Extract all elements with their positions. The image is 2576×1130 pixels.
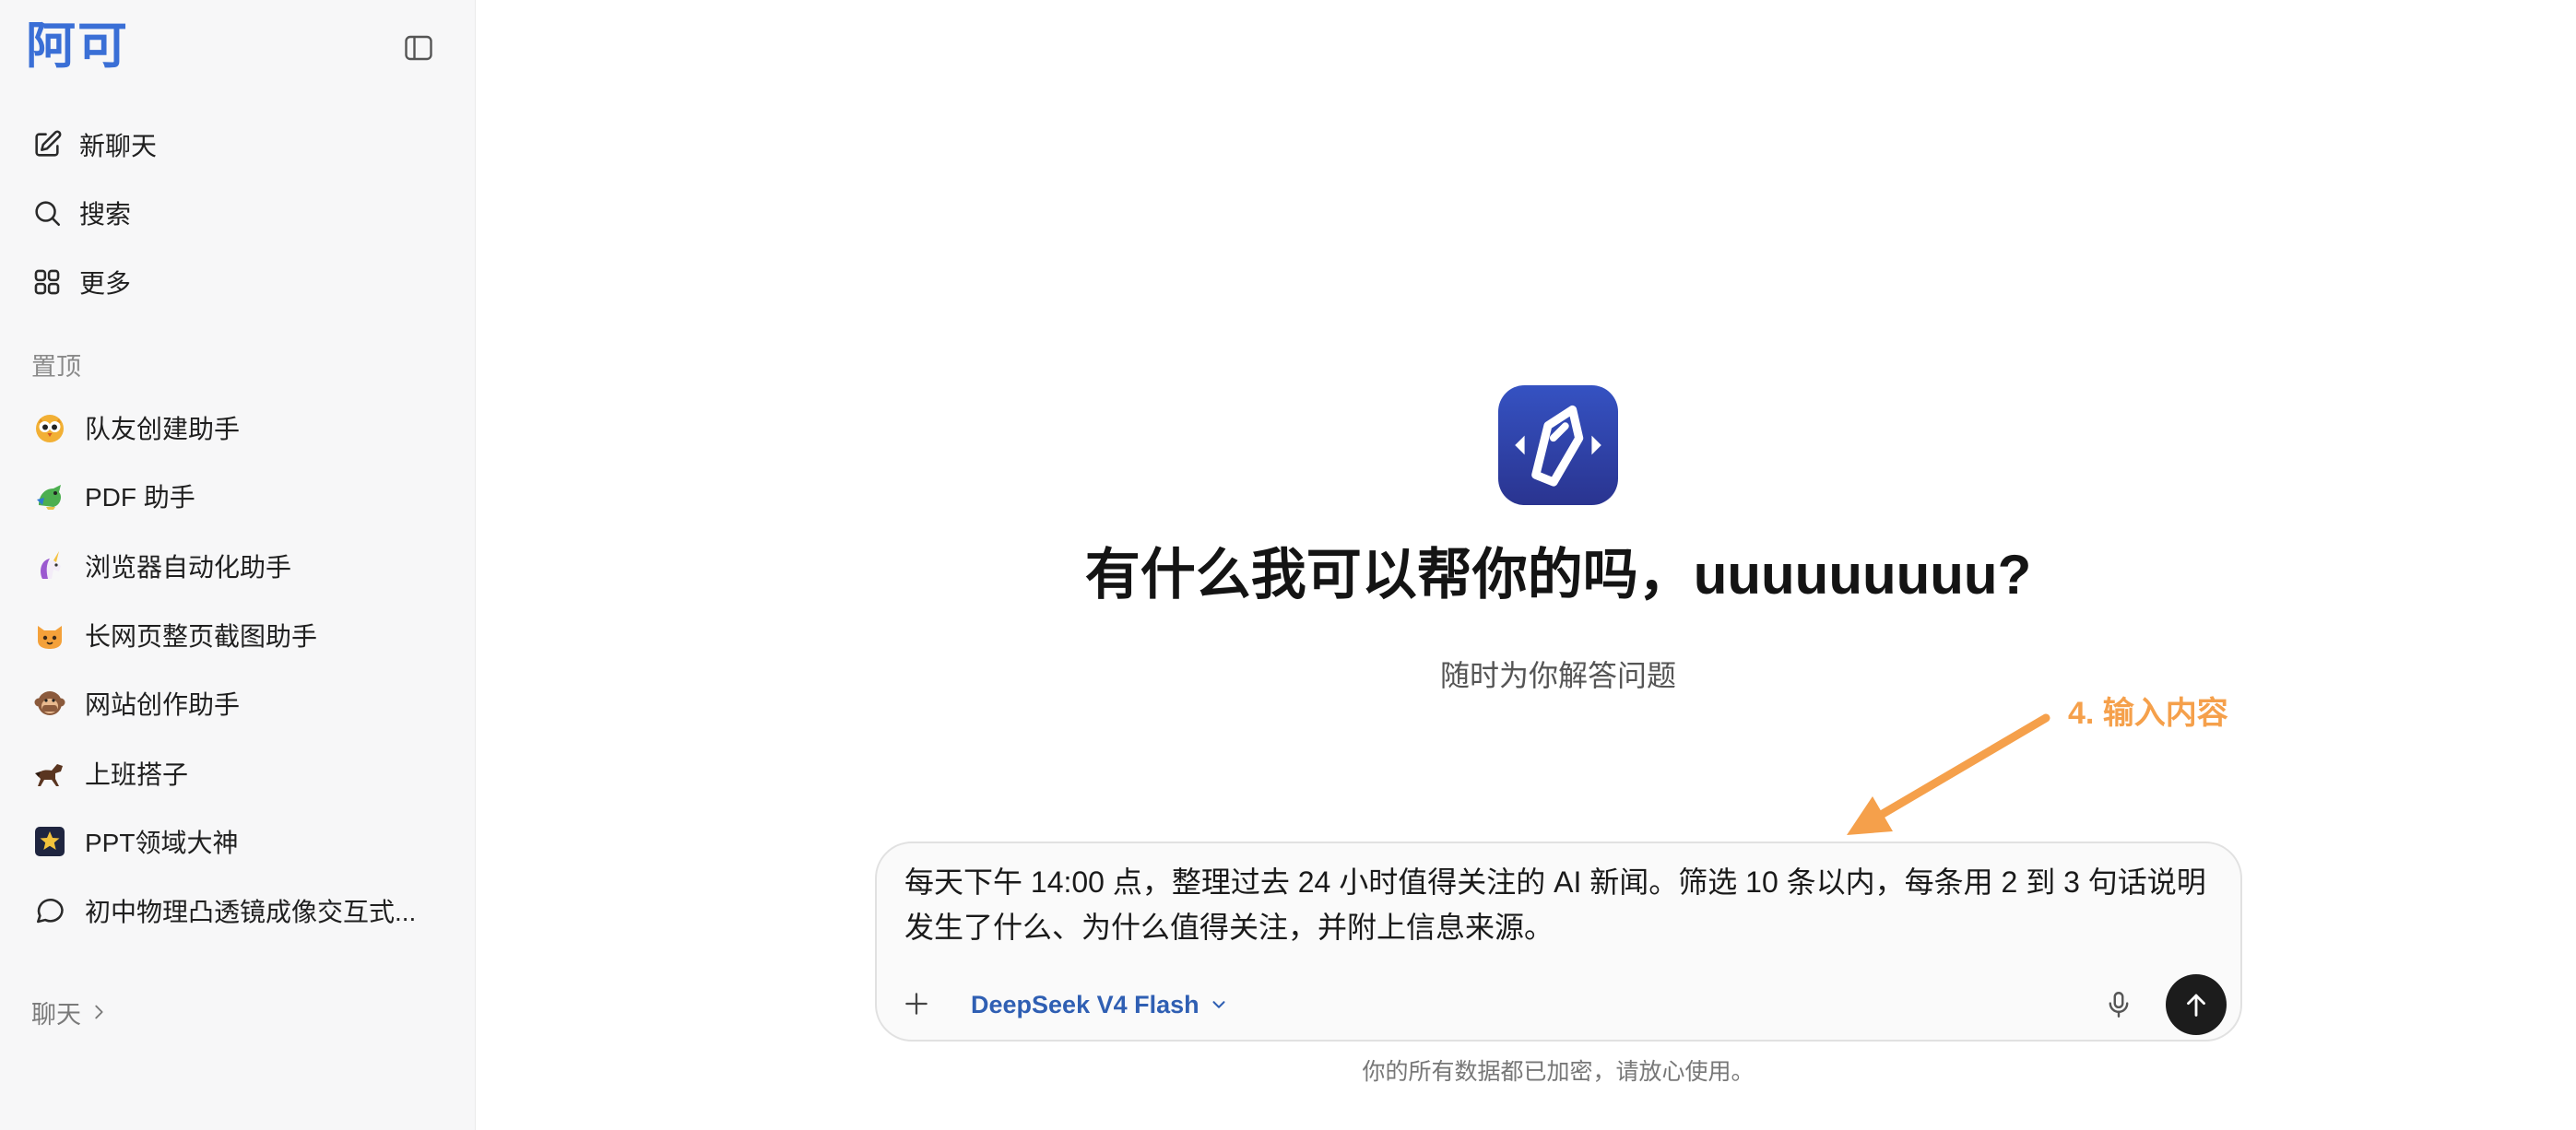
annotation-label: 4. 输入内容 <box>2068 696 2228 731</box>
microphone-icon <box>2109 992 2129 1018</box>
pinned-section-title: 置顶 <box>31 353 81 381</box>
search-icon <box>31 197 63 229</box>
voice-input-button[interactable] <box>2100 986 2137 1023</box>
pinned-item[interactable]: 队友创建助手 <box>15 398 461 457</box>
pinned-item[interactable]: 浏览器自动化助手 <box>15 536 461 595</box>
monkey-emoji-icon <box>33 687 66 720</box>
star-image-icon <box>33 825 66 858</box>
chat-bubble-icon <box>33 894 66 927</box>
pinned-item[interactable]: 上班搭子 <box>15 744 461 803</box>
pinned-item[interactable]: 初中物理凸透镜成像交互式... <box>15 881 461 940</box>
chats-section-title: 聊天 <box>31 1000 81 1029</box>
app-logo-icon <box>1498 385 1618 505</box>
sidebar-toggle-icon <box>405 35 432 61</box>
pinned-item-label: 浏览器自动化助手 <box>85 553 292 582</box>
pinned-item-label: 初中物理凸透镜成像交互式... <box>85 898 417 926</box>
pinned-item[interactable]: 长网页整页截图助手 <box>15 606 461 665</box>
message-input[interactable]: 每天下午 14:00 点，整理过去 24 小时值得关注的 AI 新闻。筛选 10… <box>904 860 2214 956</box>
greeting-heading: 有什么我可以帮你的吗，uuuuuuuuu? <box>1084 544 2032 606</box>
greeting-subtitle: 随时为你解答问题 <box>1439 659 1676 692</box>
brand-logo[interactable]: 阿可 <box>26 17 129 76</box>
nav-label: 新聊天 <box>79 132 158 160</box>
plus-icon <box>905 993 928 1015</box>
privacy-disclaimer: 你的所有数据都已加密，请放心使用。 <box>1362 1059 1755 1085</box>
sidebar: 阿可 新聊天 搜索 更多 置顶 队友创建助手 PDF 助手 浏览器自动化助手 长… <box>0 0 476 1130</box>
dragon-emoji-icon <box>33 479 66 512</box>
pinned-item-label: 长网页整页截图助手 <box>85 622 318 651</box>
attach-button[interactable] <box>899 986 934 1021</box>
cat-emoji-icon <box>33 618 66 652</box>
chevron-down-icon <box>1212 1001 1225 1008</box>
nav-search[interactable]: 搜索 <box>15 183 461 242</box>
model-selector[interactable]: DeepSeek V4 Flash <box>971 988 1229 1021</box>
chevron-right-icon <box>95 1005 103 1019</box>
unicorn-emoji-icon <box>33 549 66 583</box>
sidebar-toggle-button[interactable] <box>400 29 437 66</box>
nav-label: 更多 <box>79 269 132 298</box>
model-name: DeepSeek V4 Flash <box>971 990 1199 1018</box>
pinned-item-label: 上班搭子 <box>85 760 189 789</box>
chick-emoji-icon <box>33 411 66 444</box>
pinned-item-label: 队友创建助手 <box>85 415 241 443</box>
horse-emoji-icon <box>33 757 66 790</box>
message-composer: 每天下午 14:00 点，整理过去 24 小时值得关注的 AI 新闻。筛选 10… <box>875 842 2242 1042</box>
send-button[interactable] <box>2166 974 2227 1035</box>
pinned-item-label: 网站创作助手 <box>85 690 241 719</box>
pinned-item[interactable]: PDF 助手 <box>15 466 461 525</box>
pinned-item[interactable]: 网站创作助手 <box>15 674 461 733</box>
arrow-up-icon <box>2187 994 2205 1017</box>
pinned-item[interactable]: PPT领域大神 <box>15 812 461 871</box>
pinned-item-label: PDF 助手 <box>85 483 195 512</box>
chats-section-toggle[interactable]: 聊天 <box>31 996 109 1029</box>
nav-label: 搜索 <box>79 200 132 229</box>
nav-more[interactable]: 更多 <box>15 253 461 312</box>
pinned-item-label: PPT领域大神 <box>85 829 239 857</box>
nav-new-chat[interactable]: 新聊天 <box>15 115 461 174</box>
edit-icon <box>31 129 63 160</box>
grid-icon <box>31 266 63 298</box>
